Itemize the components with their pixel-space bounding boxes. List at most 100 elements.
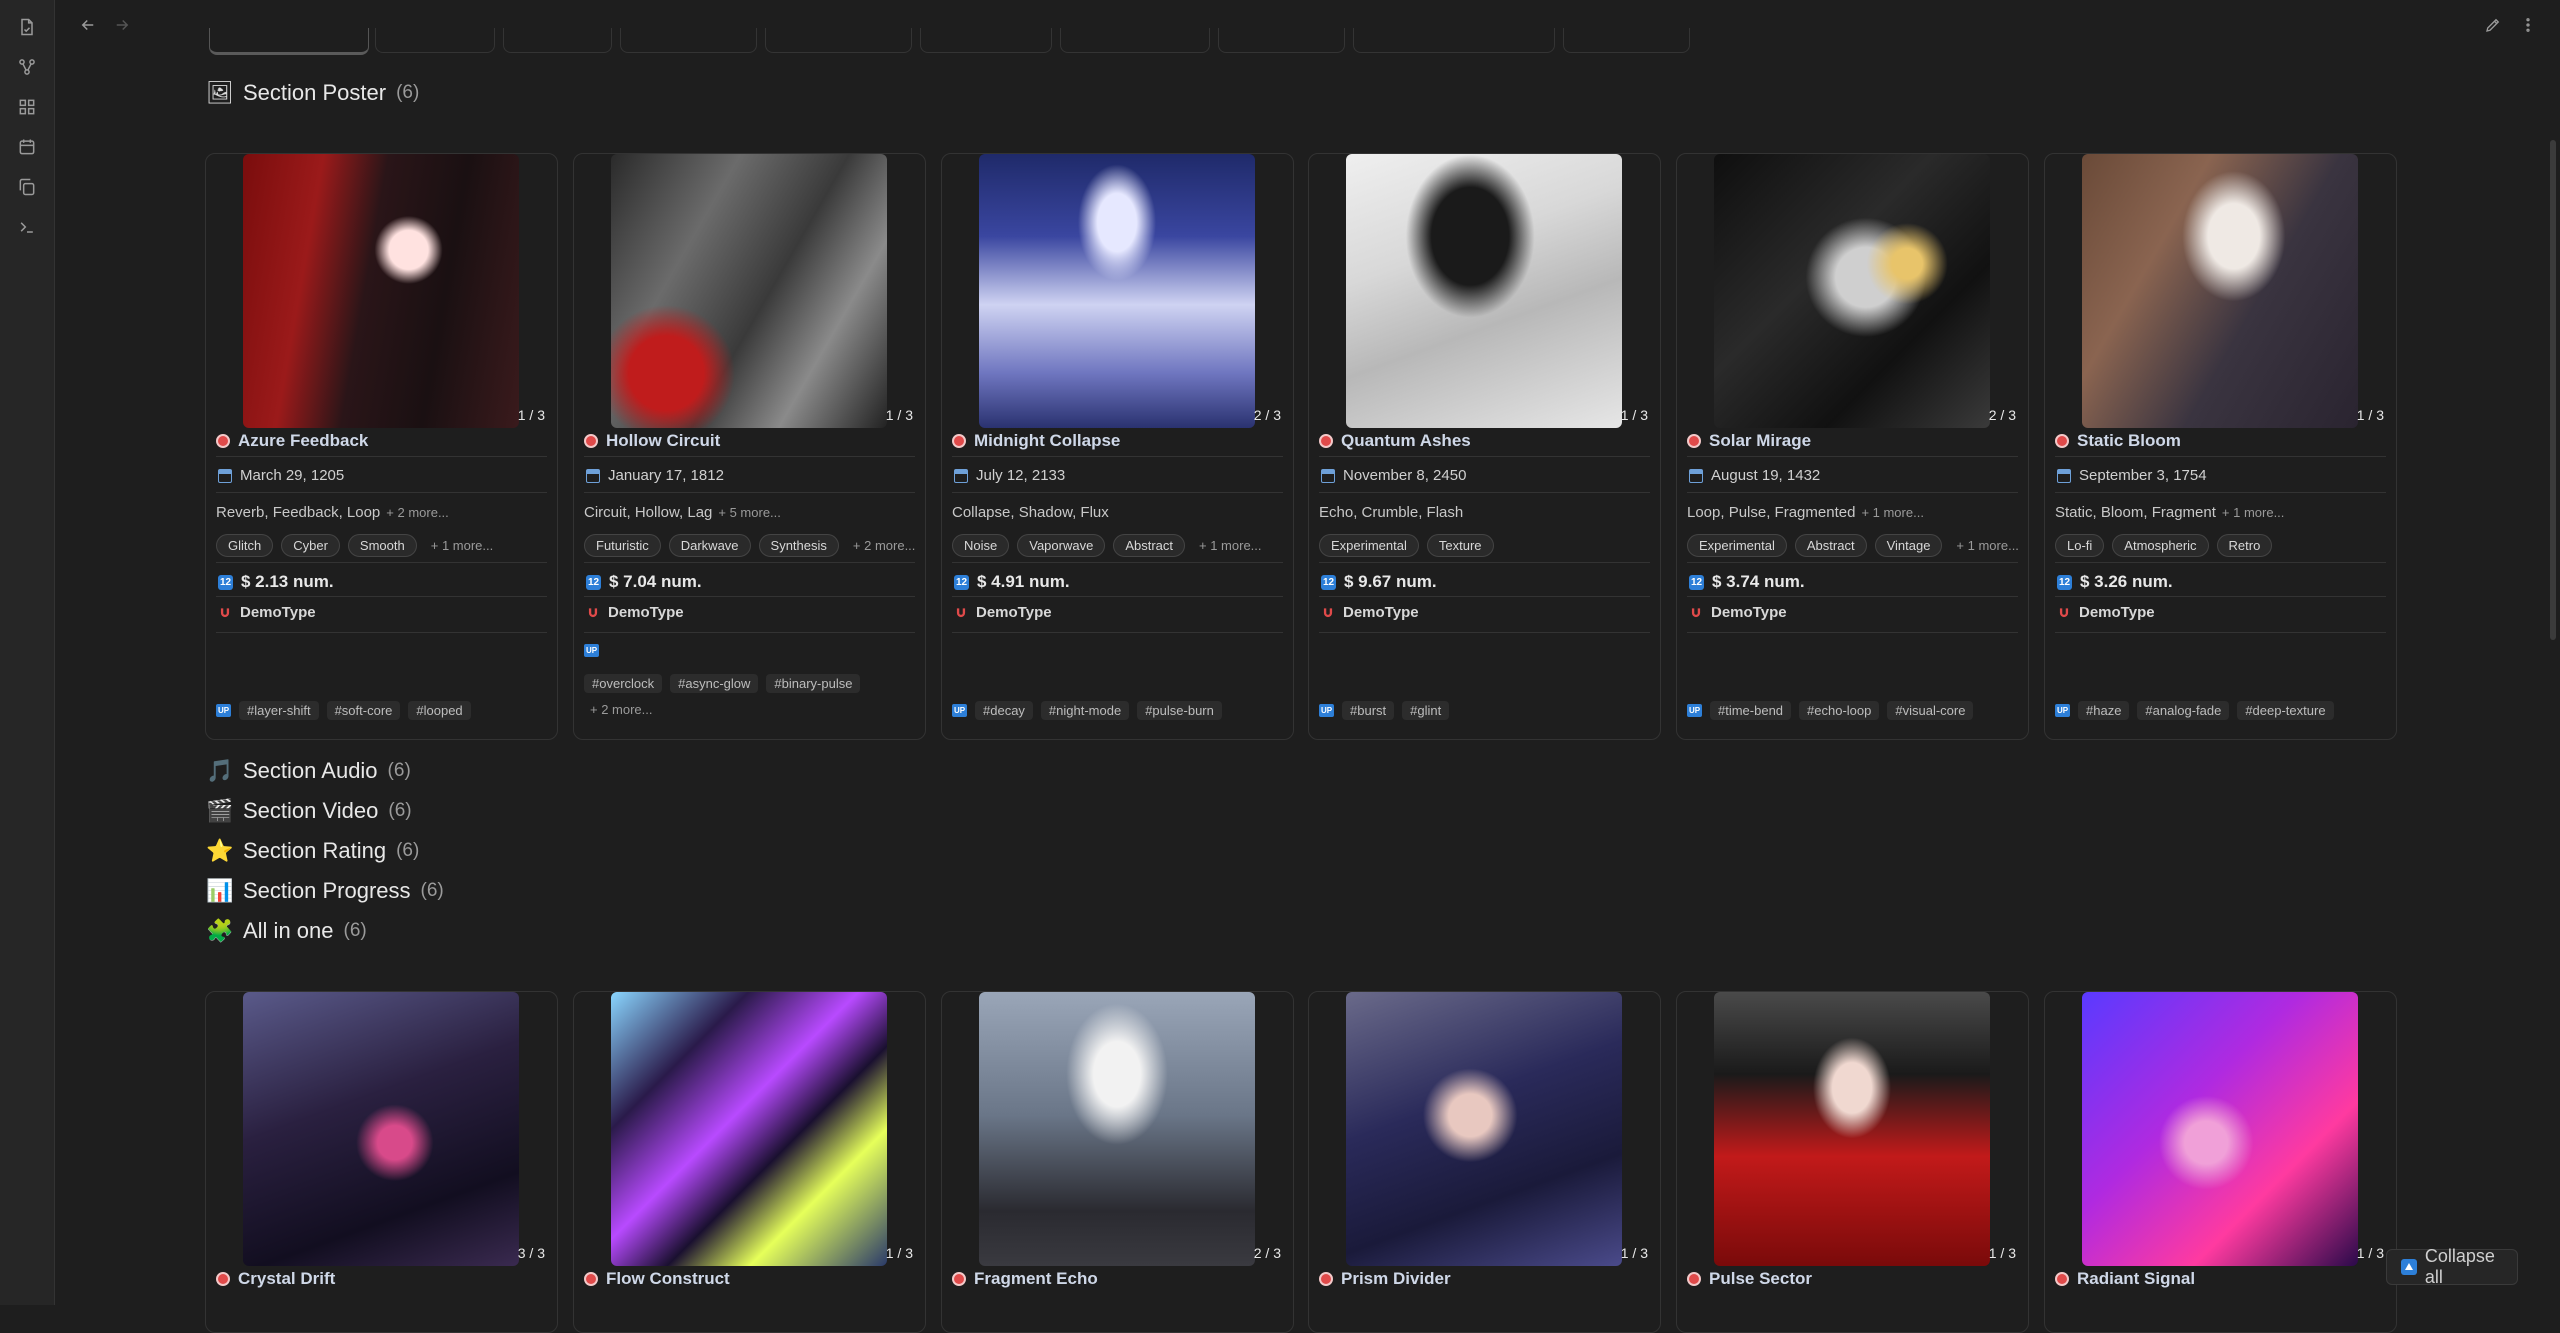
card-title[interactable]: Crystal Drift (216, 1269, 335, 1289)
poster-card[interactable]: 2 / 3 Solar Mirage August 19, 1432 Loop,… (1676, 153, 2029, 740)
chip[interactable]: Darkwave (668, 534, 751, 557)
tag[interactable]: #visual-core (1887, 701, 1974, 720)
filter-chip[interactable] (920, 28, 1052, 53)
tag[interactable]: #echo-loop (1799, 701, 1880, 720)
tag[interactable]: #glint (1402, 701, 1450, 720)
chip[interactable]: Vaporwave (1017, 534, 1106, 557)
chip[interactable]: Texture (1426, 534, 1494, 557)
tag[interactable]: #deep-texture (2237, 701, 2334, 720)
chip[interactable]: Noise (952, 534, 1010, 557)
card-title[interactable]: Static Bloom (2055, 431, 2181, 451)
scrollbar[interactable] (2550, 140, 2556, 640)
chip[interactable]: Abstract (1794, 534, 1867, 557)
cover-image[interactable] (611, 154, 887, 428)
allinone-card[interactable]: 1 / 3 Pulse Sector (1676, 991, 2029, 1333)
tag[interactable]: #layer-shift (239, 701, 319, 720)
tag[interactable]: #decay (975, 701, 1033, 720)
filter-chip[interactable] (209, 28, 369, 55)
filter-chip[interactable] (1563, 28, 1690, 53)
poster-card[interactable]: 1 / 3 Quantum Ashes November 8, 2450 Ech… (1308, 153, 1661, 740)
more-vertical-icon[interactable] (2515, 12, 2541, 38)
tag[interactable]: #looped (408, 701, 471, 720)
card-title[interactable]: Quantum Ashes (1319, 431, 1471, 451)
card-title[interactable]: Radiant Signal (2055, 1269, 2195, 1289)
graph-icon[interactable] (15, 55, 39, 79)
filter-chip[interactable] (375, 28, 495, 53)
card-title[interactable]: Fragment Echo (952, 1269, 1098, 1289)
filter-chip[interactable] (620, 28, 757, 53)
cover-image[interactable] (243, 154, 519, 428)
poster-card[interactable]: 1 / 3 Azure Feedback March 29, 1205 Reve… (205, 153, 558, 740)
filter-chip[interactable] (1060, 28, 1210, 53)
section-rating-header[interactable]: ⭐ Section Rating (6) (206, 833, 419, 869)
section-video-header[interactable]: 🎬 Section Video (6) (206, 793, 411, 829)
card-title[interactable]: Flow Construct (584, 1269, 730, 1289)
chip[interactable]: Cyber (281, 534, 340, 557)
section-allinone-header[interactable]: 🧩 All in one (6) (206, 913, 366, 949)
cover-image[interactable] (979, 992, 1255, 1266)
tag[interactable]: #overclock (584, 674, 663, 693)
chips-more[interactable]: + 1 more... (1199, 538, 1262, 553)
chip[interactable]: Glitch (216, 534, 274, 557)
tag[interactable]: #night-mode (1040, 701, 1130, 720)
poster-card[interactable]: 1 / 3 Static Bloom September 3, 1754 Sta… (2044, 153, 2397, 740)
cover-image[interactable] (2082, 154, 2358, 428)
chip[interactable]: Experimental (1319, 534, 1419, 557)
tag[interactable]: #async-glow (670, 674, 759, 693)
terminal-icon[interactable] (15, 215, 39, 239)
card-title[interactable]: Midnight Collapse (952, 431, 1120, 451)
chip[interactable]: Smooth (347, 534, 417, 557)
cover-image[interactable] (1346, 154, 1622, 428)
section-poster-header[interactable]: 🖼 Section Poster (6) (206, 75, 419, 111)
card-title[interactable]: Azure Feedback (216, 431, 368, 451)
section-audio-header[interactable]: 🎵 Section Audio (6) (206, 753, 410, 789)
chip[interactable]: Experimental (1687, 534, 1787, 557)
tags-more[interactable]: + 2 more... (590, 702, 653, 717)
poster-card[interactable]: 1 / 3 Hollow Circuit January 17, 1812 Ci… (573, 153, 926, 740)
cover-image[interactable] (611, 992, 887, 1266)
allinone-card[interactable]: 1 / 3 Flow Construct (573, 991, 926, 1333)
allinone-card[interactable]: 3 / 3 Crystal Drift (205, 991, 558, 1333)
filter-chip[interactable] (1353, 28, 1555, 53)
card-title[interactable]: Pulse Sector (1687, 1269, 1812, 1289)
cover-image[interactable] (979, 154, 1255, 428)
chip[interactable]: Synthesis (758, 534, 839, 557)
arrow-left-icon[interactable] (75, 12, 101, 38)
chips-more[interactable]: + 2 more... (853, 538, 916, 553)
chip[interactable]: Abstract (1113, 534, 1186, 557)
cover-image[interactable] (2082, 992, 2358, 1266)
tag[interactable]: #pulse-burn (1137, 701, 1222, 720)
chip[interactable]: Atmospheric (2112, 534, 2209, 557)
card-title[interactable]: Prism Divider (1319, 1269, 1451, 1289)
tag[interactable]: #burst (1342, 701, 1395, 720)
cover-image[interactable] (1346, 992, 1622, 1266)
allinone-card[interactable]: 1 / 3 Radiant Signal (2044, 991, 2397, 1333)
tag[interactable]: #soft-core (326, 701, 401, 720)
card-title[interactable]: Hollow Circuit (584, 431, 720, 451)
tag[interactable]: #haze (2078, 701, 2130, 720)
allinone-card[interactable]: 1 / 3 Prism Divider (1308, 991, 1661, 1333)
chips-more[interactable]: + 1 more... (431, 538, 494, 553)
card-title[interactable]: Solar Mirage (1687, 431, 1811, 451)
filter-chip[interactable] (1218, 28, 1345, 53)
filter-chip[interactable] (503, 28, 612, 53)
tag[interactable]: #analog-fade (2137, 701, 2230, 720)
filter-chip[interactable] (765, 28, 912, 53)
chip[interactable]: Futuristic (584, 534, 661, 557)
chip[interactable]: Lo-fi (2055, 534, 2105, 557)
pencil-icon[interactable] (2480, 12, 2506, 38)
arrow-right-icon[interactable] (109, 12, 135, 38)
chip[interactable]: Retro (2216, 534, 2273, 557)
section-progress-header[interactable]: 📊 Section Progress (6) (206, 873, 443, 909)
cover-image[interactable] (1714, 154, 1990, 428)
chips-more[interactable]: + 1 more... (1956, 538, 2019, 553)
tag[interactable]: #time-bend (1710, 701, 1792, 720)
cover-image[interactable] (1714, 992, 1990, 1266)
allinone-card[interactable]: 2 / 3 Fragment Echo (941, 991, 1294, 1333)
poster-card[interactable]: 2 / 3 Midnight Collapse July 12, 2133 Co… (941, 153, 1294, 740)
grid-icon[interactable] (15, 95, 39, 119)
files-icon[interactable] (15, 15, 39, 39)
tag[interactable]: #binary-pulse (766, 674, 861, 693)
chip[interactable]: Vintage (1874, 534, 1943, 557)
collapse-all-button[interactable]: Collapse all (2386, 1246, 2518, 1287)
